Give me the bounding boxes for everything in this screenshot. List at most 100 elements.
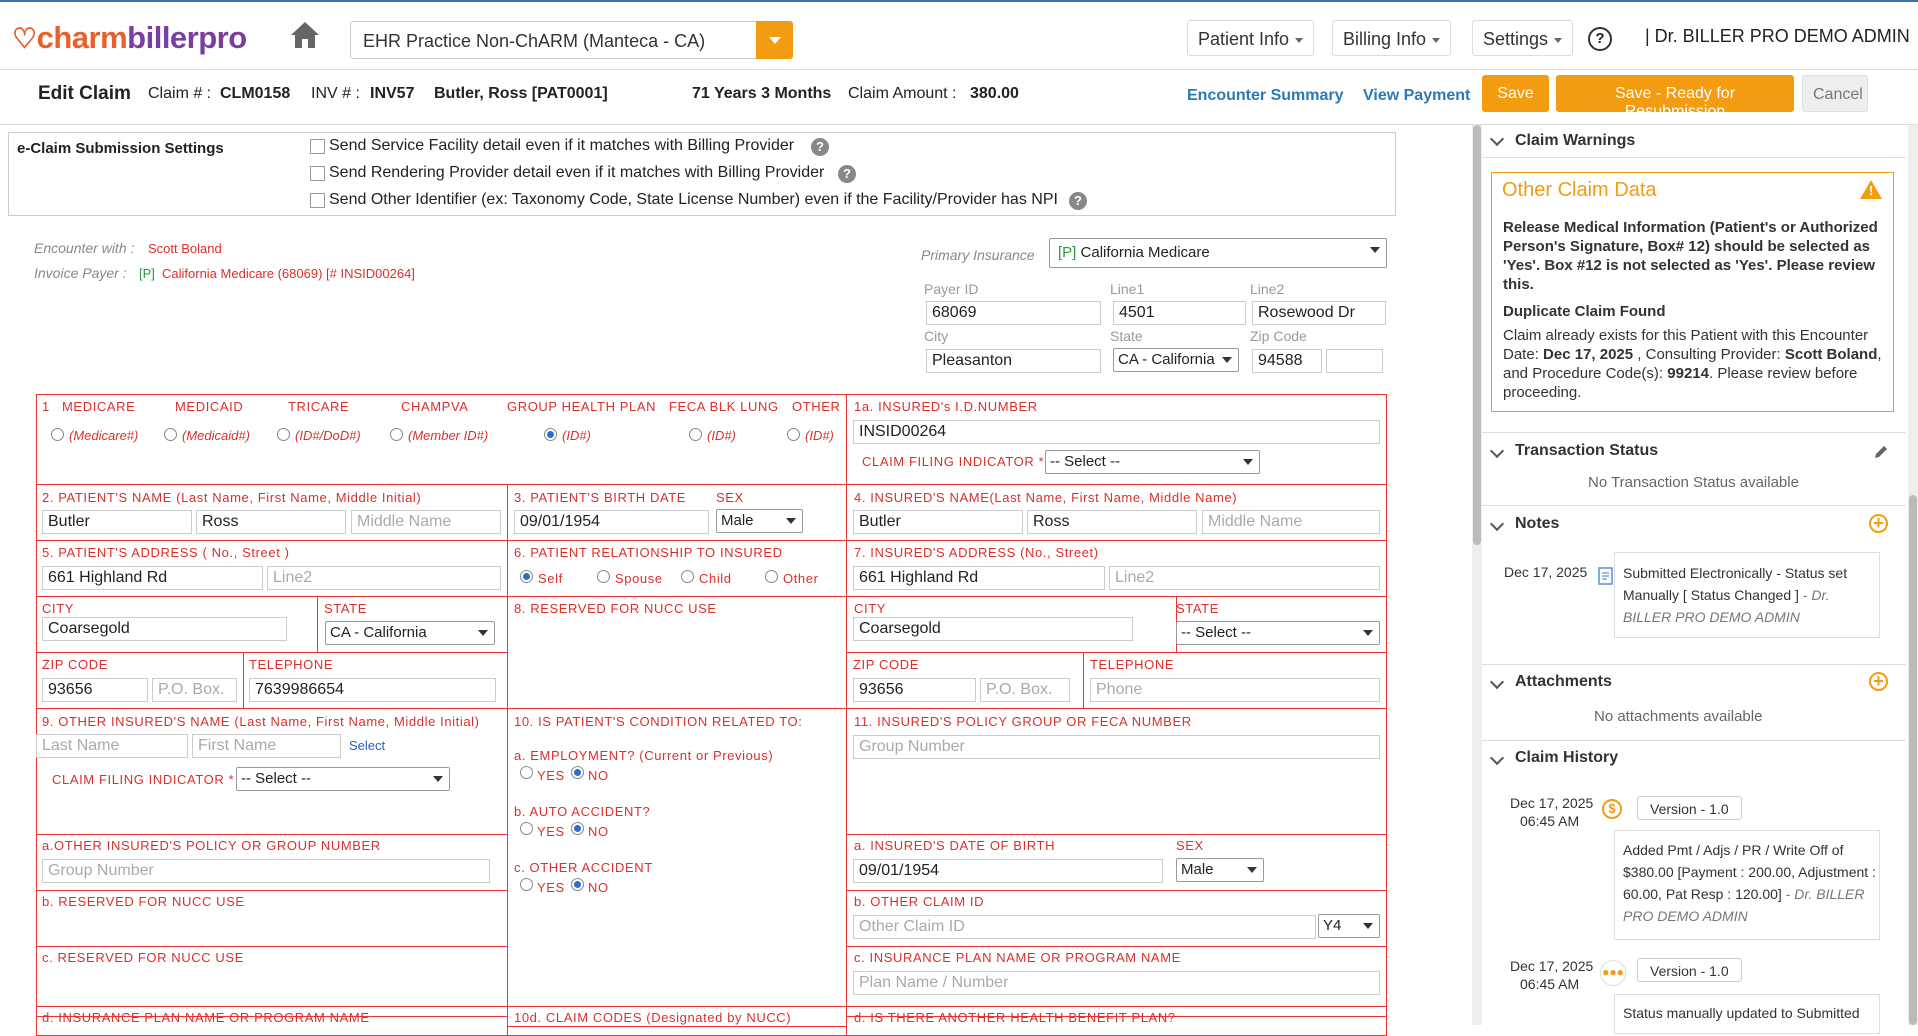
city-field[interactable]: Pleasanton: [926, 349, 1101, 373]
insured-group-number[interactable]: Group Number: [853, 735, 1380, 759]
zip-field[interactable]: 94588: [1252, 349, 1322, 373]
cancel-button[interactable]: Cancel: [1802, 75, 1868, 112]
transaction-status-title[interactable]: Transaction Status: [1515, 442, 1658, 460]
insured-city[interactable]: Coarsegold: [853, 617, 1133, 641]
chevron-down-icon[interactable]: [1489, 516, 1505, 532]
other-accident-no-radio[interactable]: [571, 878, 584, 891]
patient-address-line2[interactable]: Line2: [267, 566, 501, 590]
medicaid-radio[interactable]: [164, 428, 177, 441]
champva-radio[interactable]: [390, 428, 403, 441]
view-payment-link[interactable]: View Payment: [1363, 87, 1470, 105]
patient-last-name[interactable]: Butler: [42, 510, 192, 534]
patient-dob[interactable]: 09/01/1954: [514, 510, 709, 534]
primary-insurance-select[interactable]: [P] California Medicare: [1049, 238, 1387, 268]
group-health-radio[interactable]: [544, 428, 557, 441]
notes-title[interactable]: Notes: [1515, 515, 1559, 533]
eclaim-opt2-checkbox[interactable]: [310, 166, 325, 181]
chevron-down-icon[interactable]: [1489, 443, 1505, 459]
charmbillerpro-logo[interactable]: ♡charmbillerpro: [12, 20, 247, 56]
chevron-down-icon[interactable]: [1489, 674, 1505, 690]
patient-pobox[interactable]: P.O. Box.: [152, 678, 237, 702]
other-insured-last-name[interactable]: Last Name: [36, 734, 188, 758]
claim-filing-select[interactable]: -- Select --: [1045, 450, 1260, 474]
insured-pobox[interactable]: P.O. Box.: [980, 678, 1070, 702]
home-icon[interactable]: [289, 20, 321, 50]
patient-phone[interactable]: 7639986654: [249, 678, 496, 702]
claim-history-title[interactable]: Claim History: [1515, 749, 1618, 767]
patient-city[interactable]: Coarsegold: [42, 617, 287, 641]
menu-billing-info[interactable]: Billing Info: [1332, 20, 1452, 56]
insured-state-select[interactable]: -- Select --: [1176, 621, 1380, 645]
insured-id-field[interactable]: INSID00264: [853, 420, 1380, 444]
rel-child-radio[interactable]: [681, 570, 694, 583]
practice-dropdown-button[interactable]: [756, 21, 793, 59]
add-attachment-icon[interactable]: +: [1869, 672, 1888, 691]
rel-other-radio[interactable]: [765, 570, 778, 583]
insured-address-line2[interactable]: Line2: [1109, 566, 1380, 590]
side-scrollbar[interactable]: [1908, 125, 1918, 1025]
attachments-title[interactable]: Attachments: [1515, 673, 1612, 691]
insured-last-name[interactable]: Butler: [853, 510, 1023, 534]
insured-plan-name[interactable]: Plan Name / Number: [853, 971, 1380, 995]
tricare-radio[interactable]: [277, 428, 290, 441]
other-claim-id[interactable]: Other Claim ID: [853, 915, 1316, 939]
employment-no-radio[interactable]: [571, 766, 584, 779]
patient-sex-select[interactable]: Male: [716, 509, 803, 533]
patient-middle-name[interactable]: Middle Name: [351, 510, 501, 534]
line1-field[interactable]: 4501: [1113, 301, 1246, 325]
encounter-summary-link[interactable]: Encounter Summary: [1187, 87, 1343, 105]
insured-phone[interactable]: Phone: [1090, 678, 1380, 702]
patient-first-name[interactable]: Ross: [196, 510, 346, 534]
main-scrollbar-thumb[interactable]: [1473, 125, 1481, 545]
side-scrollbar-thumb[interactable]: [1909, 495, 1917, 1025]
patient-address[interactable]: 661 Highland Rd: [42, 566, 263, 590]
insured-address[interactable]: 661 Highland Rd: [853, 566, 1105, 590]
payer-id-field[interactable]: 68069: [926, 301, 1101, 325]
history1-version-button[interactable]: Version - 1.0: [1637, 796, 1742, 820]
other-insured-group-number[interactable]: Group Number: [42, 859, 490, 883]
other-radio[interactable]: [787, 428, 800, 441]
menu-settings[interactable]: Settings: [1472, 20, 1574, 56]
chevron-down-icon[interactable]: [1489, 750, 1505, 766]
other-accident-yes-radio[interactable]: [520, 878, 533, 891]
patient-zip[interactable]: 93656: [42, 678, 148, 702]
zip-ext-field[interactable]: [1326, 349, 1383, 373]
box3-label: 3. PATIENT'S BIRTH DATE: [514, 490, 687, 505]
other-insured-first-name[interactable]: First Name: [192, 734, 341, 758]
employment-yes-radio[interactable]: [520, 766, 533, 779]
insured-dob[interactable]: 09/01/1954: [853, 859, 1163, 883]
eclaim-opt1-checkbox[interactable]: [310, 139, 325, 154]
user-name[interactable]: | Dr. BILLER PRO DEMO ADMIN: [1645, 26, 1910, 47]
other-claim-qualifier-select[interactable]: Y4: [1318, 914, 1380, 938]
help-icon[interactable]: ?: [1588, 27, 1612, 51]
insured-sex-select[interactable]: Male: [1176, 858, 1264, 882]
rel-self-radio[interactable]: [520, 570, 533, 583]
select-other-insured-link[interactable]: Select: [349, 738, 385, 753]
state-select[interactable]: CA - California: [1113, 348, 1239, 372]
help-icon[interactable]: ?: [838, 165, 856, 183]
insured-middle-name[interactable]: Middle Name: [1202, 510, 1380, 534]
line2-field[interactable]: Rosewood Dr: [1252, 301, 1386, 325]
help-icon[interactable]: ?: [811, 138, 829, 156]
save-ready-resubmission-button[interactable]: Save - Ready for Resubmission: [1556, 75, 1794, 120]
main-scrollbar[interactable]: [1472, 125, 1482, 1025]
insured-first-name[interactable]: Ross: [1027, 510, 1197, 534]
other-claim-filing-select[interactable]: -- Select --: [236, 767, 450, 791]
pencil-icon[interactable]: [1873, 444, 1889, 460]
save-button[interactable]: Save: [1482, 75, 1549, 112]
menu-patient-info[interactable]: Patient Info: [1187, 20, 1315, 56]
chevron-down-icon[interactable]: [1489, 131, 1505, 147]
eclaim-opt3-checkbox[interactable]: [310, 193, 325, 208]
claim-warnings-title[interactable]: Claim Warnings: [1515, 132, 1635, 150]
add-note-icon[interactable]: +: [1869, 514, 1888, 533]
insured-zip[interactable]: 93656: [853, 678, 976, 702]
auto-no-radio[interactable]: [571, 822, 584, 835]
feca-radio[interactable]: [689, 428, 702, 441]
history2-version-button[interactable]: Version - 1.0: [1637, 958, 1742, 982]
patient-state-select[interactable]: CA - California: [325, 621, 495, 645]
practice-select[interactable]: EHR Practice Non-ChARM (Manteca - CA): [350, 21, 758, 59]
medicare-radio[interactable]: [51, 428, 64, 441]
rel-spouse-radio[interactable]: [597, 570, 610, 583]
auto-yes-radio[interactable]: [520, 822, 533, 835]
help-icon[interactable]: ?: [1069, 192, 1087, 210]
